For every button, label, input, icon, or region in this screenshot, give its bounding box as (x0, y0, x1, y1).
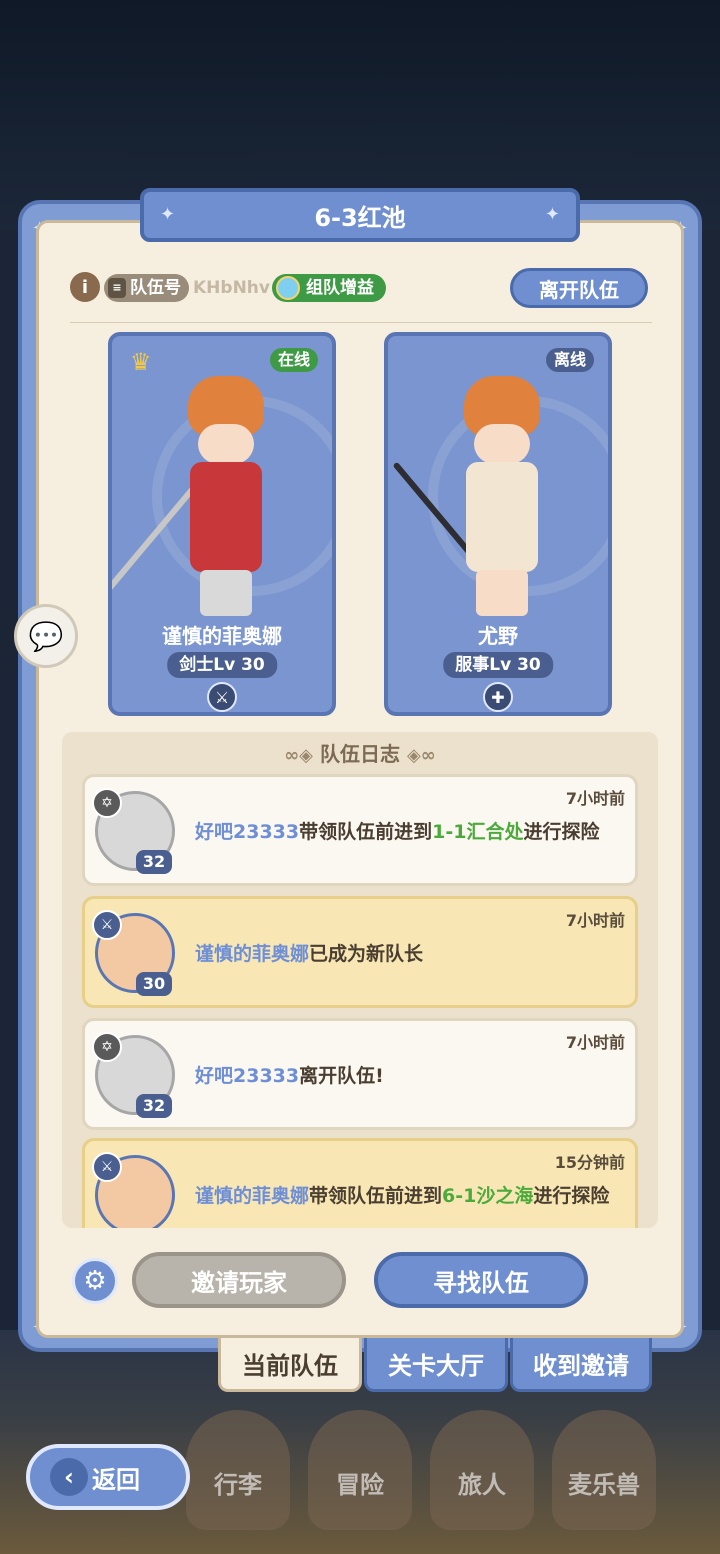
tab-received-invites[interactable]: 收到邀请 (510, 1338, 652, 1392)
back-arrow-icon: ‹ (50, 1458, 88, 1496)
stage-title: 6-3红池 (314, 203, 406, 232)
log-message: 好吧23333离开队伍! (195, 1065, 384, 1087)
team-id-label: 队伍号 (130, 278, 181, 298)
settings-gear-icon[interactable]: ⚙ (72, 1258, 118, 1304)
nav-pets[interactable]: 麦乐兽 (552, 1410, 656, 1530)
avatar: ✡ 32 (92, 1032, 175, 1118)
banner-star-icon: ✦ (160, 204, 176, 225)
avatar: ✡ 32 (92, 788, 175, 874)
log-entry: ⚔ 15分钟前 谨慎的菲奥娜带领队伍前进到6-1沙之海进行探险 (82, 1138, 638, 1228)
member-card-leader[interactable]: ♛ 在线 谨慎的菲奥娜 剑士Lv 30 ⚔ (108, 332, 336, 716)
avatar: ⚔ 30 (92, 910, 175, 996)
log-time: 7小时前 (565, 789, 625, 808)
log-time: 7小时前 (565, 911, 625, 930)
divider (70, 322, 652, 323)
log-message: 好吧23333带领队伍前进到1-1汇合处进行探险 (195, 821, 600, 843)
class-badge-icon: ✡ (92, 788, 122, 818)
member-class-level: 剑士Lv 30 (167, 652, 277, 678)
invite-player-button[interactable]: 邀请玩家 (132, 1252, 346, 1308)
sword-icon: ⚔ (207, 682, 237, 712)
member-name: 尤野 (478, 624, 518, 648)
buff-hexagon-icon (276, 276, 300, 300)
avatar: ⚔ (92, 1152, 175, 1228)
team-buff-badge[interactable]: 组队增益 (272, 274, 386, 302)
sword-badge-icon: ⚔ (92, 1152, 122, 1182)
log-entry: ✡ 32 7小时前 好吧23333离开队伍! (82, 1018, 638, 1130)
team-id-value: KHbNhv (193, 278, 270, 298)
team-log-title: 队伍日志 (320, 742, 400, 766)
leave-team-button[interactable]: 离开队伍 (510, 268, 648, 308)
status-badge-offline: 离线 (545, 348, 594, 372)
stage-title-banner: ✦ 6-3红池 ✦ (140, 188, 580, 242)
nav-travelers[interactable]: 旅人 (430, 1410, 534, 1530)
avatar-level: 30 (136, 972, 172, 996)
back-button[interactable]: ‹ 返回 (26, 1444, 190, 1510)
find-team-button[interactable]: 寻找队伍 (374, 1252, 588, 1308)
team-buff-label: 组队增益 (306, 278, 374, 298)
nav-luggage[interactable]: 行李 (186, 1410, 290, 1530)
cross-icon: ✚ (483, 682, 513, 712)
chat-bubble-icon[interactable]: 💬 (14, 604, 78, 668)
document-icon: ≡ (108, 278, 126, 298)
member-card[interactable]: 离线 尤野 服事Lv 30 ✚ (384, 332, 612, 716)
banner-star-icon: ✦ (544, 204, 560, 225)
nav-adventure[interactable]: 冒险 (308, 1410, 412, 1530)
team-id[interactable]: ≡ 队伍号 KHbNhv (104, 274, 271, 302)
team-log: ∞◈ 队伍日志 ◈∞ ✡ 32 7小时前 好吧23333带领队伍前进到1-1汇合… (62, 732, 658, 1228)
avatar-level: 32 (136, 850, 172, 874)
member-name: 谨慎的菲奥娜 (162, 624, 282, 648)
crown-icon: ♛ (130, 348, 152, 376)
log-entry: ⚔ 30 7小时前 谨慎的菲奥娜已成为新队长 (82, 896, 638, 1008)
member-class-level: 服事Lv 30 (443, 652, 553, 678)
tab-stage-hall[interactable]: 关卡大厅 (364, 1338, 508, 1392)
log-time: 15分钟前 (554, 1153, 625, 1172)
character-swordsman (112, 376, 286, 616)
class-badge-icon: ✡ (92, 1032, 122, 1062)
ornament-right-icon: ◈∞ (406, 745, 436, 766)
ornament-left-icon: ∞◈ (284, 745, 314, 766)
avatar-level: 32 (136, 1094, 172, 1118)
status-badge-online: 在线 (269, 348, 318, 372)
log-entry: ✡ 32 7小时前 好吧23333带领队伍前进到1-1汇合处进行探险 (82, 774, 638, 886)
tab-current-team[interactable]: 当前队伍 (218, 1338, 362, 1392)
info-icon[interactable]: i (70, 272, 100, 302)
sword-badge-icon: ⚔ (92, 910, 122, 940)
log-message: 谨慎的菲奥娜已成为新队长 (195, 943, 424, 965)
log-message: 谨慎的菲奥娜带领队伍前进到6-1沙之海进行探险 (195, 1185, 610, 1207)
log-time: 7小时前 (565, 1033, 625, 1052)
character-acolyte (392, 376, 562, 616)
